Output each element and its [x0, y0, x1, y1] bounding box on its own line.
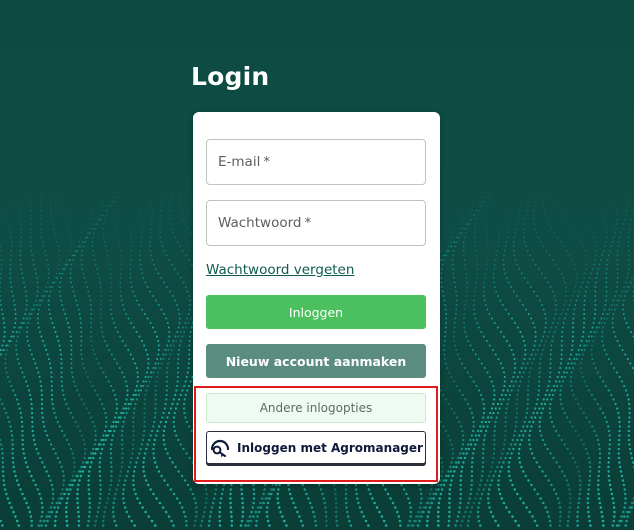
email-field-label: E-mail	[218, 154, 261, 170]
forgot-password-link[interactable]: Wachtwoord vergeten	[206, 262, 354, 278]
other-login-options-button[interactable]: Andere inlogopties	[206, 393, 426, 423]
agromanager-key-icon	[210, 439, 230, 457]
password-field-label: Wachtwoord	[218, 215, 302, 231]
email-required-marker: *	[263, 154, 271, 170]
page-title: Login	[191, 62, 270, 91]
password-field[interactable]: Wachtwoord *	[206, 200, 426, 246]
email-field[interactable]: E-mail *	[206, 139, 426, 185]
login-button[interactable]: Inloggen	[206, 295, 426, 329]
agromanager-login-button[interactable]: Inloggen met Agromanager	[206, 431, 426, 464]
login-card: E-mail * Wachtwoord * Wachtwoord vergeten …	[193, 112, 440, 484]
create-account-button[interactable]: Nieuw account aanmaken	[206, 344, 426, 378]
agromanager-login-label: Inloggen met Agromanager	[237, 440, 423, 455]
password-required-marker: *	[304, 215, 312, 231]
